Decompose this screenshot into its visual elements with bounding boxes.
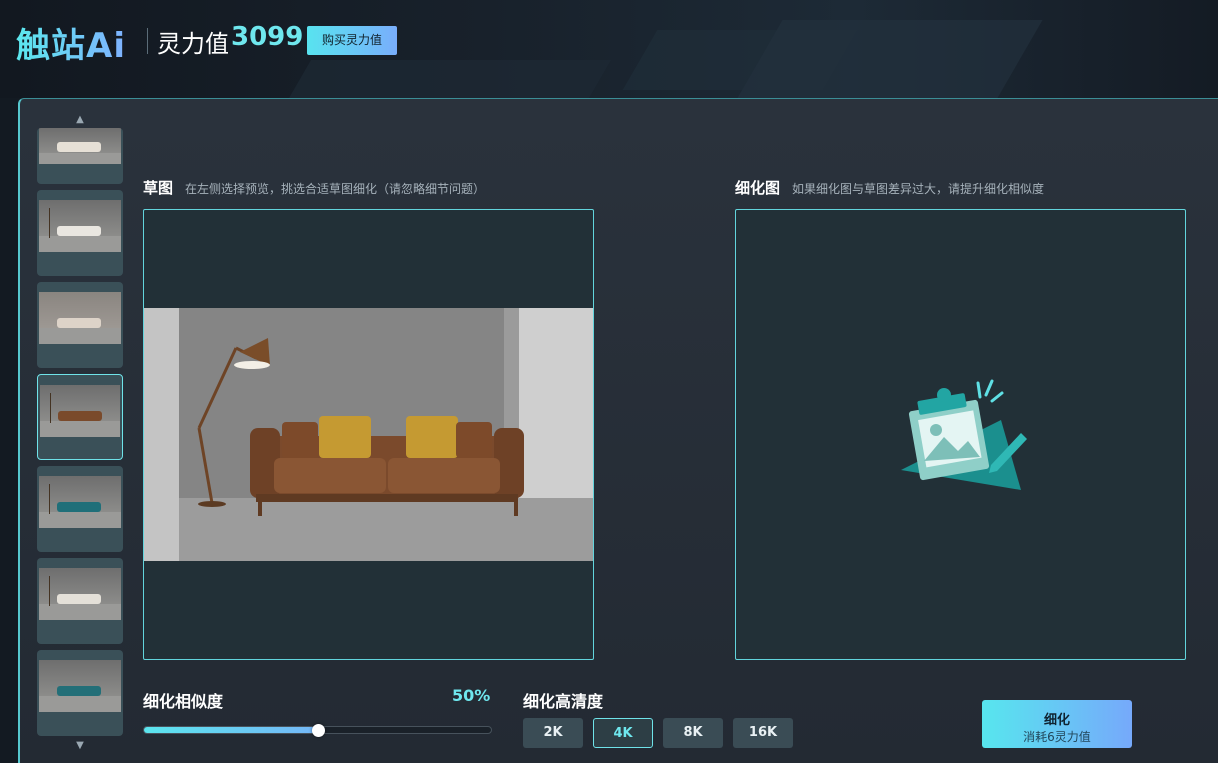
thumbnail-item[interactable] — [37, 282, 123, 368]
thumbnail-image — [40, 385, 120, 437]
refined-preview — [735, 209, 1186, 660]
bg-decoration — [737, 20, 1043, 98]
thumbnail-image — [39, 200, 121, 252]
bg-decoration — [289, 60, 611, 98]
top-header: 触站Ai 灵力值 3099 购买灵力值 — [0, 0, 1218, 98]
refine-button[interactable]: 细化 消耗6灵力值 — [982, 700, 1132, 748]
thumbnail-image — [39, 128, 121, 164]
points-value: 3099 — [231, 22, 304, 52]
app-logo[interactable]: 触站Ai — [16, 18, 126, 67]
resolution-option-2k[interactable]: 2K — [523, 718, 583, 748]
thumbnail-item[interactable] — [37, 466, 123, 552]
refined-hint: 如果细化图与草图差异过大，请提升细化相似度 — [792, 182, 1045, 196]
sketch-title: 草图 — [143, 179, 174, 197]
refine-button-cost: 消耗6灵力值 — [1023, 730, 1091, 744]
scroll-down-icon[interactable]: ▼ — [37, 740, 123, 751]
similarity-slider-handle[interactable] — [311, 724, 325, 737]
thumbnail-image — [39, 660, 121, 712]
refined-title: 细化图 — [735, 179, 781, 197]
thumbnail-image — [39, 476, 121, 528]
sketch-image — [144, 308, 593, 561]
similarity-slider-fill — [144, 727, 318, 733]
thumbnail-item[interactable] — [37, 190, 123, 276]
resolution-option-4k[interactable]: 4K — [593, 718, 653, 748]
thumbnail-image — [39, 292, 121, 344]
divider — [147, 28, 148, 54]
refine-button-label: 细化 — [1043, 713, 1070, 728]
resolution-option-8k[interactable]: 8K — [663, 718, 723, 748]
thumbnail-item-selected[interactable] — [37, 374, 123, 460]
similarity-label: 细化相似度 — [143, 692, 224, 711]
resolution-option-16k[interactable]: 16K — [733, 718, 793, 748]
buy-points-button[interactable]: 购买灵力值 — [307, 26, 397, 55]
points-label: 灵力值 — [157, 30, 229, 58]
thumbnail-item[interactable] — [37, 558, 123, 644]
sketch-preview — [143, 209, 594, 660]
similarity-value: 50% — [452, 686, 491, 705]
thumbnail-item[interactable] — [37, 650, 123, 736]
sketch-hint: 在左侧选择预览，挑选合适草图细化（请忽略细节问题） — [185, 182, 486, 196]
resolution-label: 细化高清度 — [523, 692, 604, 711]
image-placeholder-icon — [896, 375, 1031, 495]
thumbnail-image — [39, 568, 121, 620]
scroll-up-icon[interactable]: ▲ — [37, 114, 123, 125]
thumbnail-item[interactable] — [37, 128, 123, 184]
